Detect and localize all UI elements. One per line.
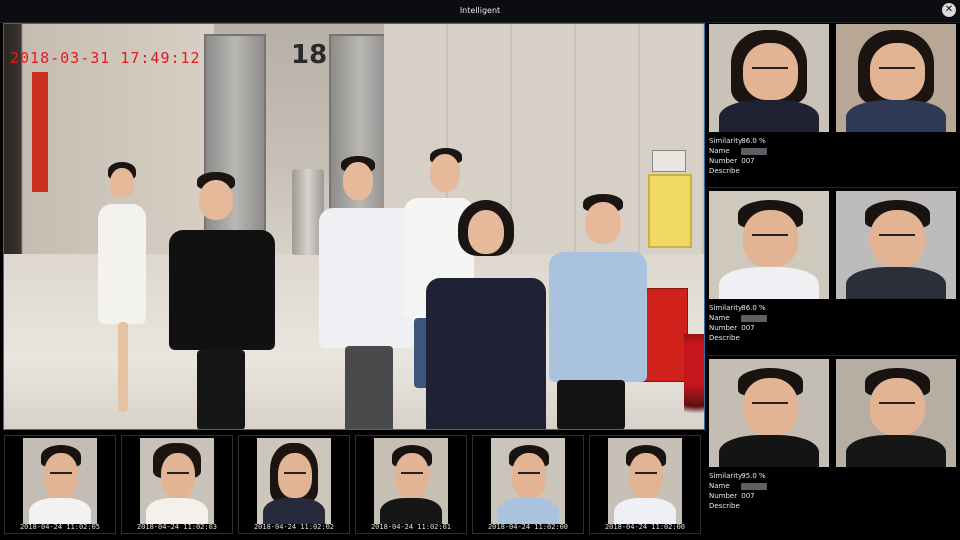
snapshot-time: 2018-04-24 11:02:05 [19, 523, 101, 531]
live-camera-view[interactable]: 18 2018-03-31 17:49:12 [3, 23, 705, 430]
similarity-label: Similarity [709, 472, 743, 480]
describe-label: Describe [709, 167, 740, 175]
snapshot-time: 2018-04-24 11:02:03 [136, 523, 218, 531]
name-redacted [741, 482, 768, 490]
similarity-value: 95.0 % [741, 472, 766, 480]
snapshot-time: 2018-04-24 11:02:01 [370, 523, 452, 531]
snapshot-thumbnail[interactable]: 2018-04-24 11:02:00 [472, 435, 584, 534]
match-info: Similarity 86.0 % Name Number 007 Descri… [709, 136, 955, 184]
face-snapshot [23, 438, 97, 524]
snapshot-time: 2018-04-24 11:02:00 [487, 523, 569, 531]
describe-label: Describe [709, 334, 740, 342]
similarity-label: Similarity [709, 304, 743, 312]
face-snapshot [140, 438, 214, 524]
number-value: 007 [741, 157, 755, 165]
panel-divider [708, 187, 958, 188]
database-face [836, 359, 956, 467]
match-info: Similarity 95.0 % Name Number 007 Descri… [709, 471, 955, 519]
number-label: Number [709, 492, 738, 500]
floor-number-sign: 18 [291, 40, 328, 70]
match-result-panel[interactable]: Similarity 86.0 % Name Number 007 Descri… [708, 23, 958, 186]
snapshot-thumbnail[interactable]: 2018-04-24 11:02:00 [589, 435, 701, 534]
scene-notice-board [648, 174, 692, 248]
database-face [836, 24, 956, 132]
scene-sign [652, 150, 686, 172]
snapshot-thumbnail[interactable]: 2018-04-24 11:02:02 [238, 435, 350, 534]
close-icon: ✕ [944, 4, 954, 15]
captured-face [709, 24, 829, 132]
name-redacted [741, 147, 768, 155]
describe-label: Describe [709, 502, 740, 510]
close-button[interactable]: ✕ [942, 3, 956, 17]
similarity-value: 86.0 % [741, 137, 766, 145]
name-label: Name [709, 314, 730, 322]
face-snapshot [608, 438, 682, 524]
title-bar: Intelligent ✕ [0, 0, 960, 23]
snapshot-time: 2018-04-24 11:02:02 [253, 523, 335, 531]
face-snapshot [491, 438, 565, 524]
scene-plant [684, 334, 704, 429]
snapshot-thumbnail[interactable]: 2018-04-24 11:02:05 [4, 435, 116, 534]
number-label: Number [709, 157, 738, 165]
snapshot-time: 2018-04-24 11:02:00 [604, 523, 686, 531]
number-value: 007 [741, 324, 755, 332]
similarity-label: Similarity [709, 137, 743, 145]
panel-divider [708, 355, 958, 356]
match-info: Similarity 86.0 % Name Number 007 Descri… [709, 303, 955, 351]
scene-red-banner [32, 72, 48, 192]
window-title: Intelligent [459, 6, 501, 15]
snapshot-thumbnail[interactable]: 2018-04-24 11:02:03 [121, 435, 233, 534]
name-label: Name [709, 482, 730, 490]
match-result-panel[interactable]: Similarity 86.0 % Name Number 007 Descri… [708, 190, 958, 353]
face-snapshot [257, 438, 331, 524]
match-result-panel[interactable]: Similarity 95.0 % Name Number 007 Descri… [708, 358, 958, 521]
snapshot-thumbnail[interactable]: 2018-04-24 11:02:01 [355, 435, 467, 534]
name-redacted [741, 314, 768, 322]
number-label: Number [709, 324, 738, 332]
face-snapshot [374, 438, 448, 524]
camera-timestamp: 2018-03-31 17:49:12 [10, 49, 201, 67]
name-label: Name [709, 147, 730, 155]
number-value: 007 [741, 492, 755, 500]
database-face [836, 191, 956, 299]
captured-face [709, 191, 829, 299]
captured-face [709, 359, 829, 467]
snapshot-strip: 2018-04-24 11:02:05 2018-04-24 11:02:03 … [3, 432, 705, 537]
similarity-value: 86.0 % [741, 304, 766, 312]
